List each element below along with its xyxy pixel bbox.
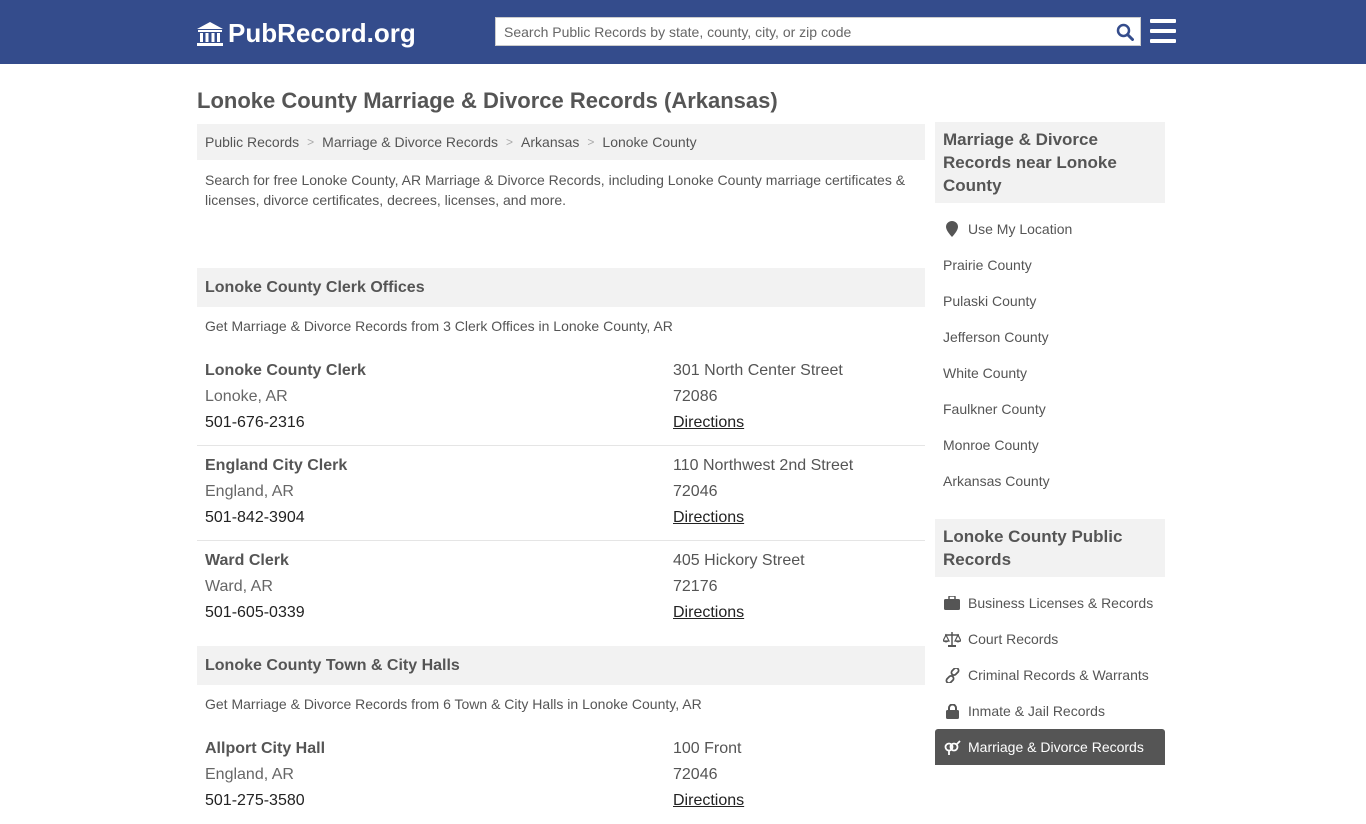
office-name: Ward Clerk bbox=[205, 552, 289, 569]
logo-text: PubRecord.org bbox=[228, 18, 416, 48]
office-name: Lonoke County Clerk bbox=[205, 362, 366, 379]
business-licenses-link[interactable]: Business Licenses & Records bbox=[935, 585, 1165, 621]
office-address: 110 Northwest 2nd Street bbox=[673, 457, 854, 474]
office-phone[interactable]: 501-275-3580 bbox=[205, 788, 673, 814]
nearby-county-link[interactable]: White County bbox=[935, 355, 1165, 391]
section-title-town-city-halls: Lonoke County Town & City Halls bbox=[197, 646, 925, 685]
directions-link[interactable]: Directions bbox=[673, 792, 744, 809]
link-label: Court Records bbox=[968, 631, 1059, 647]
directions-link[interactable]: Directions bbox=[673, 604, 744, 621]
criminal-records-link[interactable]: Criminal Records & Warrants bbox=[935, 657, 1165, 693]
office-zip: 72046 bbox=[673, 766, 718, 783]
office-row: Allport City Hall England, AR 501-275-35… bbox=[197, 729, 925, 824]
nearby-county-link[interactable]: Faulkner County bbox=[935, 391, 1165, 427]
search-icon bbox=[1116, 23, 1134, 41]
search-button[interactable] bbox=[1110, 18, 1140, 45]
office-city: England, AR bbox=[205, 766, 294, 783]
use-location-label: Use My Location bbox=[968, 221, 1073, 237]
sidebar: Marriage & Divorce Records near Lonoke C… bbox=[935, 122, 1165, 773]
inmate-jail-records-link[interactable]: Inmate & Jail Records bbox=[935, 693, 1165, 729]
breadcrumb-public-records[interactable]: Public Records bbox=[205, 134, 299, 150]
breadcrumb-marriage-divorce[interactable]: Marriage & Divorce Records bbox=[322, 134, 498, 150]
office-zip: 72046 bbox=[673, 483, 718, 500]
use-my-location-link[interactable]: Use My Location bbox=[935, 211, 1165, 247]
link-label: Marriage & Divorce Records bbox=[968, 739, 1144, 755]
breadcrumb-lonoke-county[interactable]: Lonoke County bbox=[602, 134, 696, 150]
sidebar-nearby-title: Marriage & Divorce Records near Lonoke C… bbox=[935, 122, 1165, 203]
nearby-county-link[interactable]: Monroe County bbox=[935, 427, 1165, 463]
directions-link[interactable]: Directions bbox=[673, 509, 744, 526]
search-bar bbox=[495, 17, 1141, 46]
link-icon bbox=[943, 667, 961, 683]
map-marker-icon bbox=[943, 221, 961, 237]
office-row: Lonoke County Clerk Lonoke, AR 501-676-2… bbox=[197, 351, 925, 446]
nearby-county-link[interactable]: Arkansas County bbox=[935, 463, 1165, 499]
nearby-county-link[interactable]: Jefferson County bbox=[935, 319, 1165, 355]
sidebar-public-records-title: Lonoke County Public Records bbox=[935, 519, 1165, 577]
intro-text: Search for free Lonoke County, AR Marria… bbox=[205, 172, 906, 208]
breadcrumb-separator: > bbox=[587, 135, 595, 149]
briefcase-icon bbox=[943, 596, 961, 610]
site-logo[interactable]: PubRecord.org bbox=[196, 18, 416, 49]
nearby-list: Use My Location Prairie County Pulaski C… bbox=[935, 203, 1165, 507]
office-city: England, AR bbox=[205, 483, 294, 500]
link-label: Criminal Records & Warrants bbox=[968, 667, 1149, 683]
top-navbar: PubRecord.org bbox=[0, 0, 1366, 64]
public-records-list: Business Licenses & Records Court Record… bbox=[935, 577, 1165, 773]
office-phone[interactable]: 501-605-0339 bbox=[205, 600, 673, 626]
office-city: Lonoke, AR bbox=[205, 388, 288, 405]
breadcrumb-separator: > bbox=[307, 135, 315, 149]
breadcrumb-separator: > bbox=[506, 135, 514, 149]
office-address: 405 Hickory Street bbox=[673, 552, 805, 569]
courthouse-icon bbox=[197, 21, 223, 46]
hamburger-menu-icon[interactable] bbox=[1150, 19, 1176, 43]
lock-icon bbox=[943, 703, 961, 719]
breadcrumb-arkansas[interactable]: Arkansas bbox=[521, 134, 579, 150]
section-title-clerk-offices: Lonoke County Clerk Offices bbox=[197, 268, 925, 307]
nearby-county-link[interactable]: Prairie County bbox=[935, 247, 1165, 283]
office-name: Allport City Hall bbox=[205, 740, 326, 757]
office-row: England City Clerk England, AR 501-842-3… bbox=[197, 446, 925, 541]
main-content: Public Records > Marriage & Divorce Reco… bbox=[197, 124, 925, 824]
nearby-county-link[interactable]: Pulaski County bbox=[935, 283, 1165, 319]
office-zip: 72086 bbox=[673, 388, 718, 405]
search-input[interactable] bbox=[496, 18, 1110, 45]
office-city: Ward, AR bbox=[205, 578, 273, 595]
scales-icon bbox=[943, 631, 961, 647]
office-row: Ward Clerk Ward, AR 501-605-0339 405 Hic… bbox=[197, 541, 925, 636]
page-title: Lonoke County Marriage & Divorce Records… bbox=[197, 88, 778, 113]
office-zip: 72176 bbox=[673, 578, 718, 595]
office-address: 100 Front bbox=[673, 740, 742, 757]
office-phone[interactable]: 501-842-3904 bbox=[205, 505, 673, 531]
gender-icon bbox=[943, 739, 961, 755]
link-label: Business Licenses & Records bbox=[968, 595, 1154, 611]
office-name: England City Clerk bbox=[205, 457, 348, 474]
court-records-link[interactable]: Court Records bbox=[935, 621, 1165, 657]
office-address: 301 North Center Street bbox=[673, 362, 843, 379]
office-phone[interactable]: 501-676-2316 bbox=[205, 410, 673, 436]
section-description: Get Marriage & Divorce Records from 6 To… bbox=[205, 696, 702, 712]
section-description: Get Marriage & Divorce Records from 3 Cl… bbox=[205, 318, 673, 334]
link-label: Inmate & Jail Records bbox=[968, 703, 1105, 719]
marriage-divorce-records-link[interactable]: Marriage & Divorce Records bbox=[935, 729, 1165, 765]
breadcrumb: Public Records > Marriage & Divorce Reco… bbox=[197, 124, 925, 160]
directions-link[interactable]: Directions bbox=[673, 414, 744, 431]
